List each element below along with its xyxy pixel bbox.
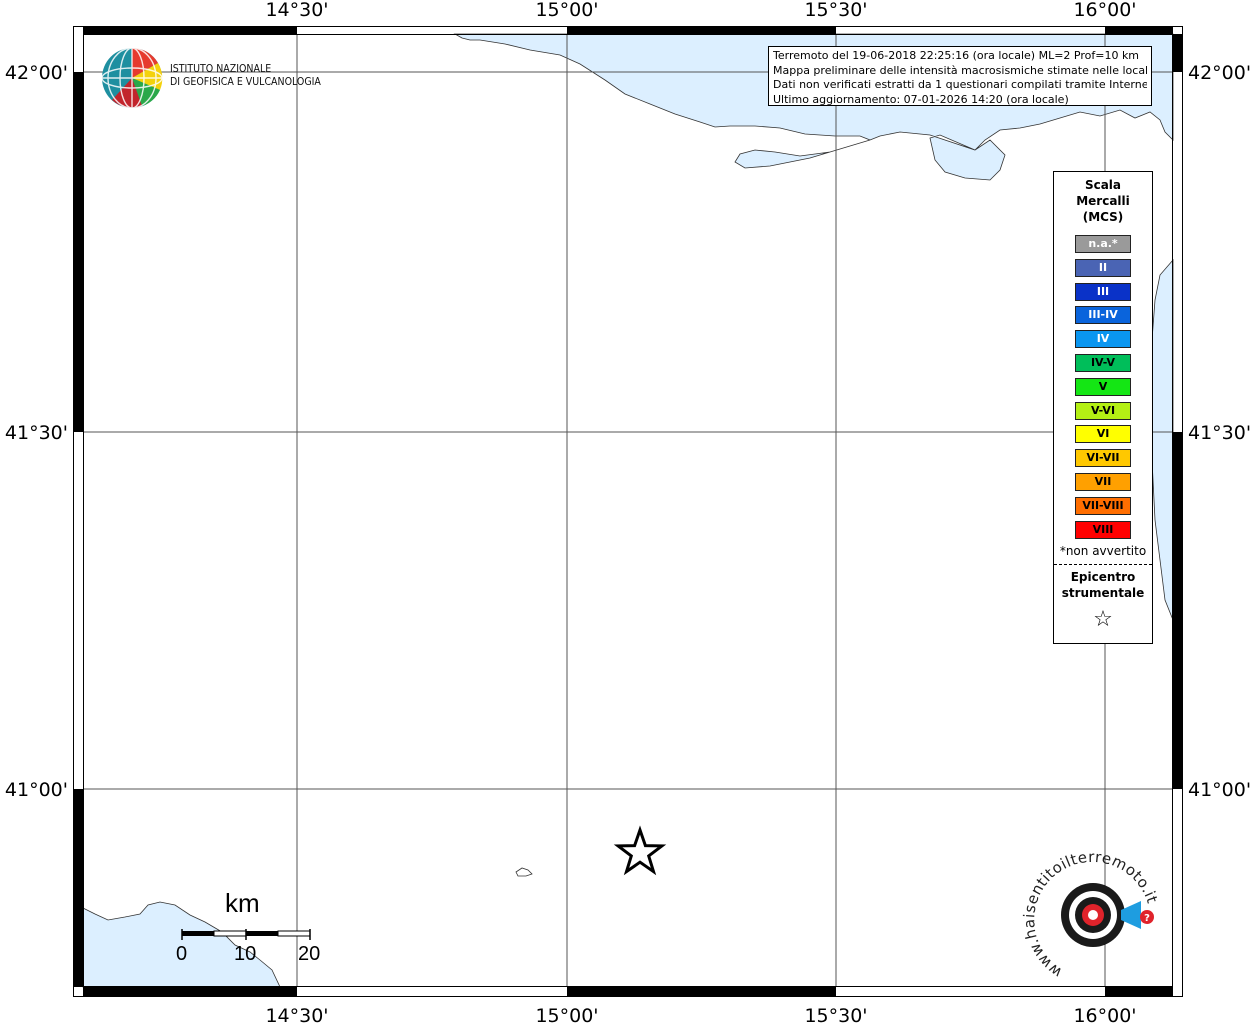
- legend-item: V-VI: [1075, 401, 1131, 420]
- lat-labels-left: 42°00' 41°30' 41°00': [5, 62, 68, 801]
- legend-title-line2: Mercalli: [1076, 194, 1130, 208]
- lon-labels-top: 14°30' 15°00' 15°30' 16°00': [265, 0, 1136, 21]
- lon-label-bottom-2: 15°00': [535, 1005, 598, 1024]
- lon-label-bottom-1: 14°30': [265, 1005, 328, 1024]
- legend-title-line3: (MCS): [1082, 210, 1124, 224]
- lon-label-top-3: 15°30': [804, 0, 867, 21]
- scale-label-10: 10: [234, 943, 257, 965]
- legend-item: IV: [1075, 330, 1131, 349]
- lat-label-left-1: 42°00': [5, 62, 68, 84]
- lat-label-left-2: 41°30': [5, 422, 68, 444]
- legend-item: IV-V: [1075, 353, 1131, 372]
- lat-labels-right: 42°00' 41°30' 41°00': [1188, 62, 1251, 801]
- scale-label-0: 0: [176, 943, 188, 965]
- ingv-globe-icon: [101, 47, 163, 109]
- svg-text:?: ?: [1144, 913, 1150, 924]
- institute-name-line1: ISTITUTO NAZIONALE: [170, 63, 272, 75]
- legend-item: VI-VII: [1075, 449, 1131, 468]
- legend-separator: [1054, 564, 1152, 566]
- lon-label-bottom-4: 16°00': [1073, 1005, 1136, 1024]
- event-info-line4: Ultimo aggiornamento: 07-01-2026 14:20 (…: [773, 92, 1069, 106]
- legend-item: II: [1075, 258, 1131, 277]
- event-info-line1: Terremoto del 19-06-2018 22:25:16 (ora l…: [773, 49, 1140, 62]
- event-info-line2: Mappa preliminare delle intensità macros…: [773, 63, 1147, 77]
- lat-label-right-2: 41°30': [1188, 422, 1251, 444]
- legend-items: n.a.* II III III-IV IV IV-V V V-VI VI VI-VII VII VI…: [1054, 235, 1152, 539]
- legend-note: *non avvertito: [1059, 544, 1147, 559]
- lat-label-right-3: 41°00': [1188, 779, 1251, 801]
- legend-item: III-IV: [1075, 306, 1131, 325]
- map-area: [83, 34, 1173, 987]
- lon-label-top-2: 15°00': [535, 0, 598, 21]
- scale-label-20: 20: [298, 943, 321, 965]
- lon-labels-bottom: 14°30' 15°00' 15°30' 16°00': [265, 1005, 1136, 1024]
- lon-label-bottom-3: 15°30': [804, 1005, 867, 1024]
- legend-title-line1: Scala: [1084, 178, 1122, 192]
- legend-epicenter-label: Epicentro strumentale: [1054, 569, 1152, 601]
- legend-item: n.a.*: [1075, 235, 1131, 253]
- event-info-box: Terremoto del 19-06-2018 22:25:16 (ora l…: [768, 46, 1152, 106]
- institute-name-line2: DI GEOFISICA E VULCANOLOGIA: [170, 76, 321, 88]
- lat-label-left-3: 41°00': [5, 779, 68, 801]
- lon-label-top-1: 14°30': [265, 0, 328, 21]
- lon-label-top-4: 16°00': [1073, 0, 1136, 21]
- legend-item: VII-VIII: [1075, 496, 1131, 515]
- legend-item: VIII: [1075, 520, 1131, 539]
- event-info-line3: Dati non verificati estratti da 1 questi…: [773, 78, 1147, 92]
- legend-epicenter-line2: strumentale: [1061, 586, 1145, 601]
- mcs-legend: Scala Mercalli (MCS) n.a.* II III III-IV IV I…: [1053, 171, 1153, 644]
- lat-label-right-1: 42°00': [1188, 62, 1251, 84]
- star-outline-icon: ☆: [1093, 607, 1113, 633]
- institute-name: ISTITUTO NAZIONALE DI GEOFISICA E VULCAN…: [170, 63, 321, 89]
- legend-item: VII: [1075, 472, 1131, 491]
- legend-item: III: [1075, 282, 1131, 301]
- legend-epicenter-line1: Epicentro: [1070, 570, 1136, 585]
- legend-title: Scala Mercalli (MCS): [1054, 177, 1152, 225]
- legend-item: VI: [1075, 425, 1131, 444]
- legend-item: V: [1075, 377, 1131, 396]
- scale-unit: km: [225, 888, 260, 918]
